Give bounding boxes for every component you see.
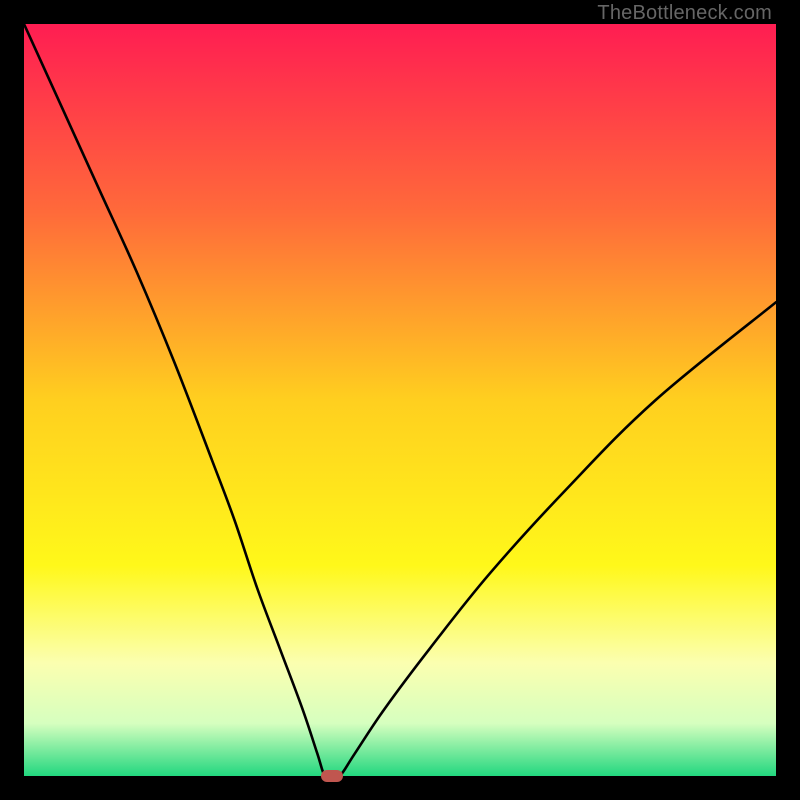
watermark-text: TheBottleneck.com	[597, 2, 772, 25]
background-gradient	[24, 24, 776, 776]
plot-area	[24, 24, 776, 776]
optimal-marker	[321, 770, 343, 782]
